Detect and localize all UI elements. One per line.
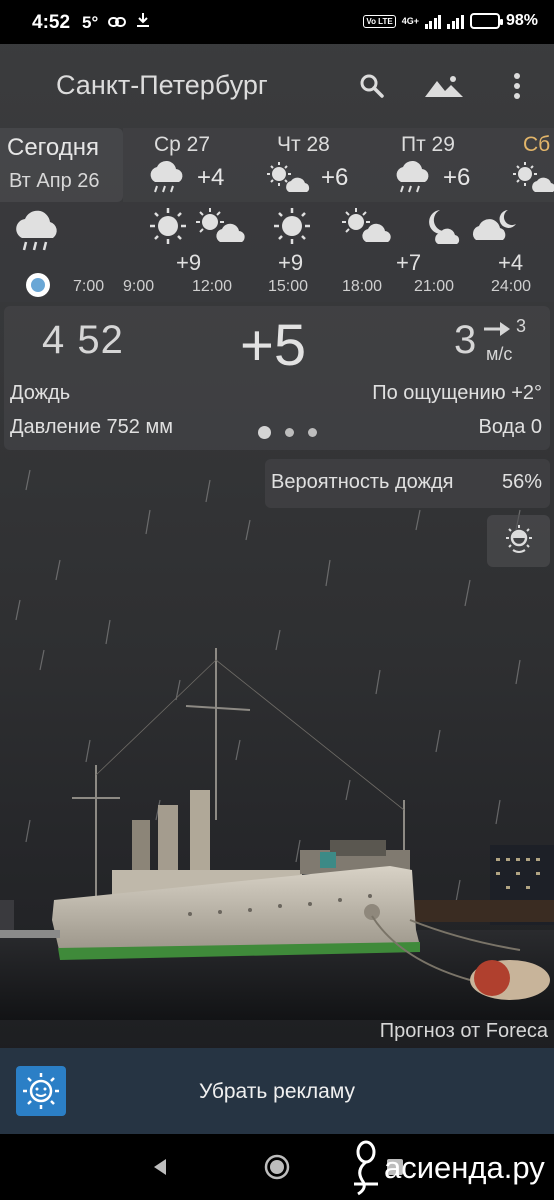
forecast-credit[interactable]: Прогноз от Foreca [380, 1020, 548, 1043]
pressure: Давление 752 мм [10, 416, 173, 438]
hour-temp: +9 [278, 250, 304, 275]
days-strip: Ср 27 +4 Чт 28 +6 Пт 29 +6 Сб [123, 128, 554, 202]
moon-cloud-icon [420, 206, 470, 251]
day-name: Чт 28 [277, 133, 330, 156]
sun-rain-icon [503, 524, 535, 559]
page-indicator [258, 426, 317, 439]
feels-like: По ощущению +2° [372, 382, 542, 404]
day-name-weekend: Сб [523, 133, 551, 156]
rain-probability[interactable]: Вероятность дождя 56% [265, 459, 550, 508]
current-temp: +5 [240, 313, 307, 378]
day-item[interactable]: Пт 29 +6 [391, 128, 511, 202]
sun-cloud-icon [511, 160, 554, 199]
sun-cloud-icon [194, 206, 250, 251]
wind-dir-value: 3 [516, 316, 527, 336]
rain-cloud-icon [145, 160, 189, 199]
search-icon[interactable] [352, 66, 392, 106]
remove-ads-label: Убрать рекламу [198, 1080, 356, 1103]
hour-item[interactable]: +9 15:00 [266, 202, 346, 302]
day-temp: +6 [443, 164, 471, 191]
day-temp: +4 [197, 164, 225, 191]
battery-percent: 98% [505, 12, 538, 29]
status-temp: 5° [82, 12, 99, 32]
hour-temp: +4 [498, 250, 524, 275]
signal-icon-2 [447, 13, 464, 29]
remove-ads-banner[interactable]: Убрать рекламу [0, 1048, 554, 1134]
sun-icon [148, 206, 188, 251]
back-icon[interactable] [145, 1152, 175, 1182]
condition-label: Дождь [10, 382, 71, 404]
hour-time: 21:00 [414, 278, 455, 295]
landscape-icon[interactable] [422, 66, 466, 106]
day-item[interactable]: Сб [511, 128, 554, 202]
rain-probability-label: Вероятность дождя [271, 471, 454, 493]
page-dot [285, 428, 294, 437]
watermark-text: асиенда.ру [384, 1150, 545, 1185]
hour-temp: +9 [176, 250, 202, 275]
link-icon [108, 13, 127, 33]
current-time: 4 52 [42, 318, 124, 362]
current-conditions[interactable]: 4 52 +5 3 3 м/с Дождь По ощущению +2° Да… [4, 306, 550, 450]
day-temp: +6 [321, 164, 349, 191]
today-date: Вт Апр 26 [9, 170, 100, 192]
hour-item[interactable]: +9 12:00 [176, 202, 270, 302]
day-name: Ср 27 [154, 133, 211, 156]
today-tab[interactable]: Сегодня Вт Апр 26 [0, 128, 123, 202]
hour-time: 9:00 [123, 278, 155, 295]
battery-icon [469, 13, 503, 29]
day-item[interactable]: Чт 28 +6 [265, 128, 385, 202]
day-item[interactable]: Ср 27 +4 [145, 128, 265, 202]
sun-cloud-icon [340, 206, 396, 251]
weather-radar-button[interactable] [487, 515, 550, 567]
hour-time: 7:00 [73, 278, 105, 295]
status-bar: 4:52 5° Vo LTE 4G+ 98% [0, 0, 554, 44]
hour-time: 18:00 [342, 278, 383, 295]
volte-badge: Vo LTE [363, 14, 396, 28]
hour-time: 15:00 [268, 278, 309, 295]
hour-item[interactable]: +4 24:00 [472, 202, 554, 302]
hour-time: 24:00 [491, 278, 532, 295]
watermark-logo-icon [352, 1140, 382, 1200]
status-right: Vo LTE 4G+ 98% [363, 12, 538, 30]
day-name: Пт 29 [401, 133, 455, 156]
app-bar: Санкт-Петербург [0, 44, 554, 128]
hourly-strip: 7:00 9:00 +9 12:00 +9 15:00 18:00 +7 21:… [0, 202, 554, 302]
hour-time: 12:00 [192, 278, 233, 295]
signal-icon [424, 13, 442, 29]
moon-cloud-icon [472, 206, 522, 251]
wind-speed: 3 [454, 318, 477, 362]
page-dot-active [258, 426, 271, 439]
rain-cloud-icon [391, 160, 435, 199]
wind-unit: м/с [486, 344, 513, 364]
water-temp: Вода 0 [478, 416, 543, 438]
home-icon[interactable] [262, 1152, 292, 1182]
hour-temp: +7 [396, 250, 422, 275]
download-icon [136, 12, 150, 33]
background-photo [0, 648, 554, 1020]
today-label: Сегодня [7, 134, 99, 161]
city-title[interactable]: Санкт-Петербург [56, 70, 268, 101]
status-time: 4:52 [32, 12, 71, 33]
sun-icon [272, 206, 312, 251]
now-indicator [26, 273, 50, 297]
page-dot [308, 428, 317, 437]
wind-arrow-icon [482, 320, 512, 343]
sun-cloud-icon [265, 160, 315, 199]
rain-cloud-icon [10, 206, 66, 259]
rain-probability-value: 56% [501, 471, 542, 493]
more-vert-icon[interactable] [497, 66, 537, 106]
status-notifications: 5° [82, 12, 150, 33]
network-type: 4G+ [401, 16, 419, 26]
